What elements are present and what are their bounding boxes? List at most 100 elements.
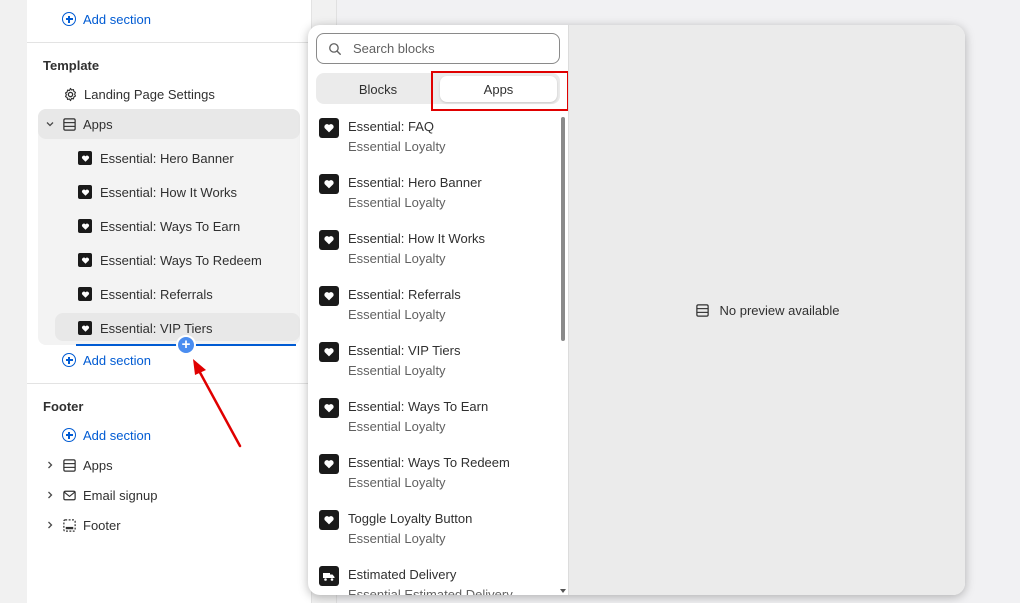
list-item[interactable]: Toggle Loyalty Button Essential Loyalty xyxy=(319,507,549,563)
template-block-label: Essential: How It Works xyxy=(100,184,238,200)
scroll-down-arrow-icon[interactable] xyxy=(560,589,566,593)
template-add-section[interactable]: Add section xyxy=(62,346,151,374)
footer-group-title: Footer xyxy=(43,399,84,414)
gear-icon xyxy=(62,86,78,102)
list-scrollbar[interactable] xyxy=(559,113,567,595)
footer-item-label: Email signup xyxy=(83,487,158,503)
add-section-label: Add section xyxy=(83,352,151,368)
heart-app-icon xyxy=(319,342,339,362)
template-block-label: Essential: Ways To Earn xyxy=(100,218,241,234)
landing-page-settings-item[interactable]: Landing Page Settings xyxy=(62,80,215,108)
divider xyxy=(27,383,312,384)
heart-app-icon xyxy=(78,151,92,165)
left-gutter xyxy=(0,0,27,603)
search-icon xyxy=(327,41,343,57)
footer-layout-icon xyxy=(61,517,77,533)
footer-apps-item[interactable]: Apps xyxy=(43,451,113,479)
add-circle-icon xyxy=(62,12,76,26)
footer-add-section[interactable]: Add section xyxy=(62,421,151,449)
heart-app-icon xyxy=(78,253,92,267)
landing-page-settings-label: Landing Page Settings xyxy=(84,86,215,102)
template-block-item[interactable]: Essential: Referrals xyxy=(78,280,213,308)
list-item-title: Essential: Hero Banner xyxy=(348,175,482,190)
template-block-label: Essential: Ways To Redeem xyxy=(100,252,262,268)
template-block-label: Essential: Referrals xyxy=(100,286,213,302)
template-apps-item[interactable]: Apps xyxy=(43,110,113,138)
list-item-title: Essential: Ways To Earn xyxy=(348,399,489,414)
add-block-popover: Search blocks Blocks Apps Essential: FAQ… xyxy=(308,25,965,595)
add-circle-icon xyxy=(62,353,76,367)
add-section-label: Add section xyxy=(83,11,151,27)
heart-app-icon xyxy=(319,174,339,194)
heart-app-icon xyxy=(319,510,339,530)
list-item-title: Essential: FAQ xyxy=(348,119,434,134)
tab-blocks[interactable]: Blocks xyxy=(319,76,437,102)
heart-app-icon xyxy=(78,219,92,233)
add-circle-icon xyxy=(62,428,76,442)
list-item-subtitle: Essential Loyalty xyxy=(348,195,446,210)
list-item-title: Essential: Referrals xyxy=(348,287,461,302)
block-preview-pane: No preview available xyxy=(568,25,965,595)
search-placeholder: Search blocks xyxy=(353,41,435,56)
template-block-label: Essential: Hero Banner xyxy=(100,150,234,166)
footer-email-signup-item[interactable]: Email signup xyxy=(43,481,157,509)
list-item-subtitle: Essential Loyalty xyxy=(348,475,446,490)
template-block-item[interactable]: Essential: Ways To Earn xyxy=(78,212,240,240)
template-block-label: Essential: VIP Tiers xyxy=(100,320,213,336)
heart-app-icon xyxy=(78,287,92,301)
divider xyxy=(27,42,312,43)
list-item[interactable]: Estimated Delivery Essential Estimated D… xyxy=(319,563,549,595)
heart-app-icon xyxy=(78,185,92,199)
list-item[interactable]: Essential: FAQ Essential Loyalty xyxy=(319,115,549,171)
list-item-subtitle: Essential Loyalty xyxy=(348,531,446,546)
list-item-title: Toggle Loyalty Button xyxy=(348,511,473,526)
template-block-item[interactable]: Essential: How It Works xyxy=(78,178,237,206)
list-item-title: Estimated Delivery xyxy=(348,567,457,582)
heart-app-icon xyxy=(319,118,339,138)
list-item-title: Essential: VIP Tiers xyxy=(348,343,461,358)
add-section-header[interactable]: Add section xyxy=(62,5,151,33)
footer-item-label: Footer xyxy=(83,517,121,533)
template-group-title: Template xyxy=(43,58,100,73)
list-item-title: Essential: How It Works xyxy=(348,231,486,246)
template-apps-label: Apps xyxy=(83,116,113,132)
app-blocks-list: Essential: FAQ Essential Loyalty Essenti… xyxy=(308,115,560,595)
heart-app-icon xyxy=(319,286,339,306)
annotation-highlight-box xyxy=(431,71,569,111)
no-preview-text: No preview available xyxy=(719,302,840,318)
heart-app-icon xyxy=(78,321,92,335)
delivery-truck-icon xyxy=(319,566,339,586)
apps-section-icon xyxy=(61,457,77,473)
heart-app-icon xyxy=(319,230,339,250)
apps-section-icon xyxy=(695,302,711,318)
chevron-down-icon xyxy=(43,119,57,129)
list-item[interactable]: Essential: Hero Banner Essential Loyalty xyxy=(319,171,549,227)
template-block-item[interactable]: Essential: Ways To Redeem xyxy=(78,246,262,274)
heart-app-icon xyxy=(319,454,339,474)
footer-item-label: Apps xyxy=(83,457,113,473)
list-item[interactable]: Essential: Ways To Redeem Essential Loya… xyxy=(319,451,549,507)
annotation-arrow xyxy=(193,359,242,448)
footer-footer-item[interactable]: Footer xyxy=(43,511,121,539)
list-item[interactable]: Essential: Ways To Earn Essential Loyalt… xyxy=(319,395,549,451)
email-icon xyxy=(61,487,77,503)
list-item-subtitle: Essential Estimated Delivery xyxy=(348,587,513,595)
chevron-right-icon xyxy=(43,460,57,470)
list-item-subtitle: Essential Loyalty xyxy=(348,251,446,266)
chevron-right-icon xyxy=(43,520,57,530)
search-blocks-input[interactable]: Search blocks xyxy=(316,33,560,64)
list-item-subtitle: Essential Loyalty xyxy=(348,363,446,378)
template-block-item[interactable]: Essential: Hero Banner xyxy=(78,144,234,172)
list-item-title: Essential: Ways To Redeem xyxy=(348,455,510,470)
insert-plus-icon[interactable]: + xyxy=(176,335,196,355)
scrollbar-thumb[interactable] xyxy=(561,117,565,341)
add-section-label: Add section xyxy=(83,427,151,443)
heart-app-icon xyxy=(319,398,339,418)
list-item-subtitle: Essential Loyalty xyxy=(348,139,446,154)
list-item[interactable]: Essential: How It Works Essential Loyalt… xyxy=(319,227,549,283)
list-item[interactable]: Essential: VIP Tiers Essential Loyalty xyxy=(319,339,549,395)
list-item-subtitle: Essential Loyalty xyxy=(348,307,446,322)
apps-section-icon xyxy=(61,116,77,132)
list-item[interactable]: Essential: Referrals Essential Loyalty xyxy=(319,283,549,339)
chevron-right-icon xyxy=(43,490,57,500)
